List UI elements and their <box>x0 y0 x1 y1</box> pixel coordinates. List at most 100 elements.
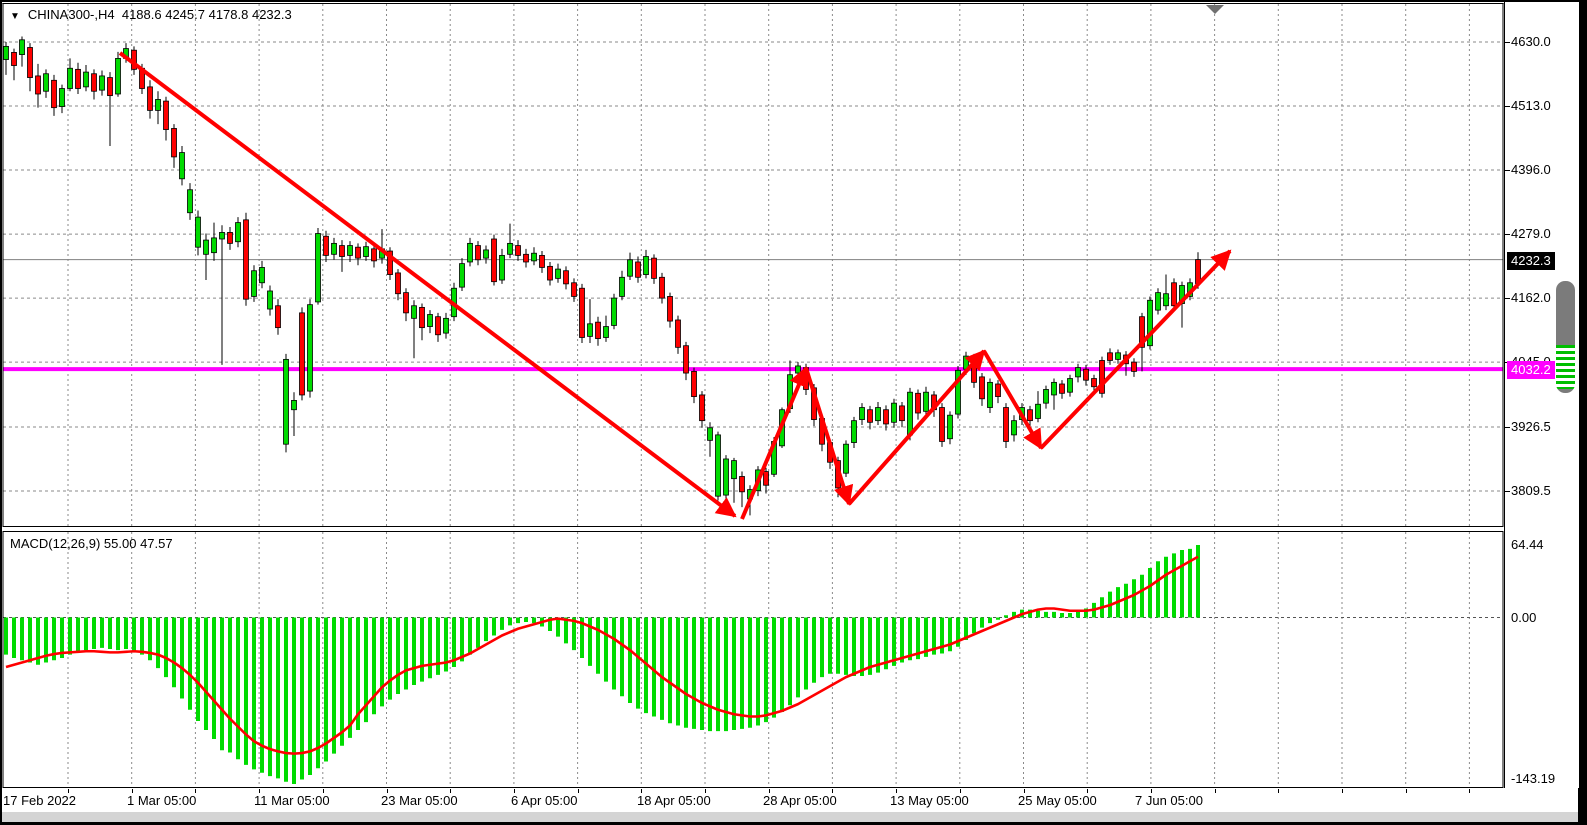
macd-bar <box>724 618 728 732</box>
macd-axis-label: -143.19 <box>1511 771 1555 786</box>
time-axis-label: 13 May 05:00 <box>890 793 969 808</box>
candle-body <box>660 277 665 298</box>
scrollbar-stripes <box>1556 345 1575 389</box>
candle-body <box>580 288 585 337</box>
candle-body <box>148 87 153 111</box>
candle-body <box>996 384 1001 397</box>
time-axis-tick <box>1215 789 1216 793</box>
candle-body <box>220 232 225 239</box>
candle-body <box>1036 404 1041 418</box>
candle-body <box>156 99 161 110</box>
candle-body <box>924 392 929 411</box>
macd-bar <box>564 618 568 644</box>
price-axis-scale[interactable]: 4232.3 4032.2 4630.04513.04396.04279.041… <box>1504 2 1579 788</box>
candle-body <box>588 324 593 337</box>
scrollbar-thumb[interactable] <box>1556 281 1575 345</box>
macd-bar <box>476 618 480 648</box>
time-axis-scale[interactable]: 17 Feb 20221 Mar 05:0011 Mar 05:0023 Mar… <box>2 789 1504 812</box>
candle-body <box>332 243 337 254</box>
macd-bar <box>804 618 808 690</box>
macd-bar <box>788 618 792 706</box>
candle-body <box>44 74 49 92</box>
time-axis-label: 6 Apr 05:00 <box>511 793 578 808</box>
macd-bar <box>276 618 280 779</box>
symbol-dropdown-icon[interactable]: ▼ <box>10 11 20 22</box>
vertical-scrollbar[interactable] <box>1556 281 1575 393</box>
candle-body <box>740 476 745 491</box>
macd-bar <box>996 618 1000 620</box>
trend-arrow[interactable] <box>1041 251 1230 448</box>
candle-body <box>356 247 361 258</box>
macd-bar <box>820 618 824 678</box>
chart-shift-marker[interactable] <box>1206 5 1224 14</box>
trend-arrow[interactable] <box>849 351 984 504</box>
candle-body <box>1156 293 1161 311</box>
candle-body <box>796 366 801 373</box>
macd-bar <box>628 618 632 704</box>
macd-bar <box>612 618 616 690</box>
trend-arrow[interactable] <box>120 53 735 516</box>
candle-body <box>428 315 433 327</box>
time-axis-label: 17 Feb 2022 <box>3 793 76 808</box>
candle-body <box>508 243 513 254</box>
macd-bar <box>620 618 624 697</box>
candle-body <box>596 322 601 338</box>
price-axis-tick <box>1505 427 1510 428</box>
macd-bar <box>380 618 384 707</box>
candle-body <box>708 428 713 441</box>
macd-bar <box>396 618 400 695</box>
macd-indicator-pane[interactable] <box>2 531 1504 789</box>
price-axis-label: 3926.5 <box>1511 419 1551 434</box>
candle-body <box>420 307 425 327</box>
macd-bar <box>428 618 432 679</box>
candle-body <box>1052 382 1057 395</box>
macd-bar <box>324 618 328 762</box>
macd-bar <box>1068 613 1072 618</box>
macd-bar <box>516 618 520 624</box>
candle-body <box>716 435 721 496</box>
time-axis-tick <box>1469 789 1470 793</box>
candle-body <box>916 393 921 413</box>
trend-arrow[interactable] <box>806 368 849 504</box>
horizontal-support-line[interactable] <box>3 367 1503 371</box>
candle-body <box>468 243 473 262</box>
main-chart-pane[interactable] <box>2 2 1504 529</box>
candle-body <box>1116 353 1121 360</box>
candle-body <box>1132 362 1137 371</box>
macd-bar <box>740 618 744 729</box>
candle-body <box>1004 408 1009 442</box>
macd-bar <box>316 618 320 769</box>
macd-bar <box>1140 575 1144 618</box>
macd-bar <box>684 618 688 728</box>
macd-bar <box>780 618 784 713</box>
candle-body <box>980 377 985 399</box>
price-axis-label: 3809.5 <box>1511 483 1551 498</box>
macd-bar <box>716 618 720 732</box>
candle-body <box>724 459 729 495</box>
macd-bar <box>1132 579 1136 617</box>
macd-bar <box>260 618 264 773</box>
candle-body <box>676 320 681 347</box>
macd-bar <box>196 618 200 722</box>
macd-bar <box>1156 561 1160 617</box>
candle-body <box>316 234 321 302</box>
macd-bar <box>348 618 352 738</box>
candle-body <box>292 400 297 409</box>
candlestick-series <box>4 37 1201 516</box>
candle-body <box>1084 369 1089 380</box>
candle-body <box>12 52 17 65</box>
macd-bar <box>1196 545 1200 617</box>
candle-body <box>500 255 505 280</box>
macd-bar <box>708 618 712 732</box>
macd-bar <box>988 618 992 624</box>
macd-bar <box>68 618 72 655</box>
trend-arrow[interactable] <box>742 368 806 519</box>
macd-bar <box>20 618 24 661</box>
macd-bar <box>188 618 192 710</box>
candle-body <box>540 255 545 267</box>
candle-body <box>100 76 105 90</box>
candle-body <box>476 246 481 260</box>
macd-bar <box>388 618 392 700</box>
candle-body <box>1092 379 1097 387</box>
macd-bar <box>1172 553 1176 617</box>
